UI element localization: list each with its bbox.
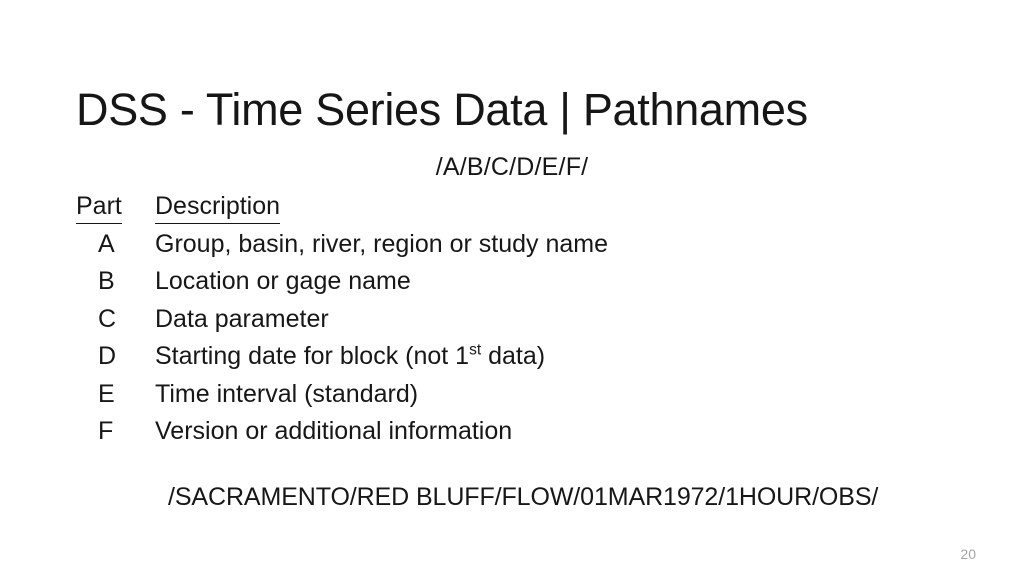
table-row: B Location or gage name	[76, 265, 836, 303]
part-description: Group, basin, river, region or study nam…	[155, 229, 609, 258]
description-text-before: Starting date for block (not 1	[155, 342, 470, 370]
table-row: E Time interval (standard)	[76, 378, 836, 416]
table-row: A Group, basin, river, region or study n…	[76, 228, 836, 266]
column-header-description: Description	[155, 190, 836, 224]
part-letter: A	[98, 229, 115, 258]
part-description: Time interval (standard)	[155, 379, 419, 408]
ordinal-suffix: st	[469, 341, 482, 359]
column-header-part-label: Part	[76, 190, 122, 224]
table-header-row: Part Description	[76, 190, 836, 228]
slide-number: 20	[960, 546, 976, 562]
part-description: Version or additional information	[155, 417, 513, 445]
part-letter: E	[98, 379, 115, 408]
table-row: C Data parameter	[76, 303, 836, 341]
part-letter: F	[98, 417, 114, 445]
part-description: Location or gage name	[155, 267, 411, 295]
column-header-part: Part	[76, 190, 155, 224]
part-letter: C	[98, 304, 117, 333]
pathname-parts-table: Part Description A Group, basin, river, …	[76, 190, 836, 453]
table-row: D Starting date for block (not 1st data)	[76, 340, 836, 378]
slide: DSS - Time Series Data | Pathnames /A/B/…	[0, 0, 1024, 576]
part-description: Data parameter	[155, 304, 329, 333]
part-description: Starting date for block (not 1st data)	[155, 340, 836, 372]
column-header-description-label: Description	[155, 190, 281, 224]
part-letter: D	[98, 342, 117, 370]
pathname-format: /A/B/C/D/E/F/	[435, 153, 589, 181]
table-body: A Group, basin, river, region or study n…	[76, 228, 836, 453]
pathname-example: /SACRAMENTO/RED BLUFF/FLOW/01MAR1972/1HO…	[168, 483, 879, 511]
page-title: DSS - Time Series Data | Pathnames	[76, 84, 808, 136]
part-letter: B	[98, 267, 115, 295]
description-text-after: data)	[481, 342, 546, 370]
table-row: F Version or additional information	[76, 415, 836, 453]
